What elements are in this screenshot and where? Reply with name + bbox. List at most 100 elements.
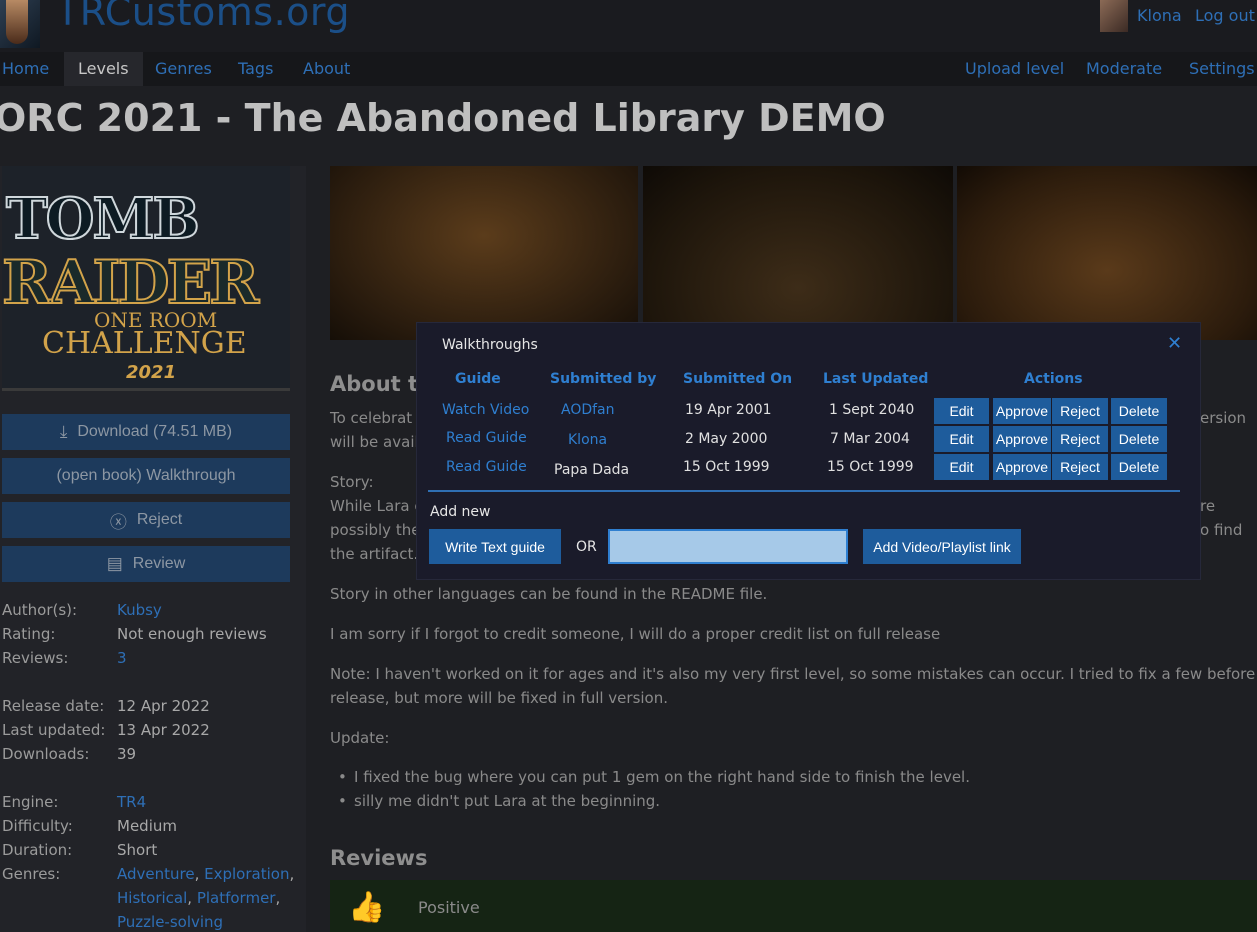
submitter-link[interactable]: AODfan: [561, 402, 615, 418]
author-label: Author(s):: [2, 601, 78, 619]
level-sidebar: TOMB RAIDER ONE ROOM CHALLENGE 2021 ⤓ Do…: [0, 166, 306, 932]
reject-label: Reject: [136, 511, 183, 528]
edit-button[interactable]: Edit: [934, 454, 989, 480]
rating-value: Not enough reviews: [117, 625, 267, 643]
cover-text-year: 2021: [126, 362, 177, 383]
edit-button[interactable]: Edit: [934, 398, 989, 424]
genre-link-exploration[interactable]: Exploration: [204, 865, 289, 883]
submitter-link[interactable]: Klona: [568, 432, 607, 448]
duration-label: Duration:: [2, 841, 73, 859]
site-logo-text[interactable]: TRCustoms.org: [56, 0, 350, 34]
guide-link-read-guide[interactable]: Read Guide: [446, 459, 527, 475]
or-separator: OR: [576, 539, 597, 555]
story-text-overflow: re: [1200, 497, 1216, 515]
engine-link[interactable]: TR4: [117, 793, 146, 811]
write-text-guide-button[interactable]: Write Text guide: [429, 529, 561, 564]
release-date-label: Release date:: [2, 697, 105, 715]
release-date-value: 12 Apr 2022: [117, 697, 210, 715]
nav-moderate[interactable]: Moderate: [1084, 52, 1164, 86]
column-header-submitted-on: Submitted On: [683, 371, 793, 387]
column-header-submitted-by: Submitted by: [550, 371, 657, 387]
nav-upload-level[interactable]: Upload level: [963, 52, 1066, 86]
genre-link-historical[interactable]: Historical: [117, 889, 187, 907]
nav-home[interactable]: Home: [0, 52, 51, 86]
reject-button[interactable]: Reject: [1052, 398, 1108, 424]
update-bullet: silly me didn't put Lara at the beginnin…: [338, 792, 660, 810]
video-link-input[interactable]: [608, 529, 848, 564]
user-profile-link[interactable]: Klona: [1137, 6, 1182, 25]
submitted-on-value: 19 Apr 2001: [685, 402, 772, 418]
last-updated-value: 13 Apr 2022: [117, 721, 210, 739]
author-link[interactable]: Kubsy: [117, 601, 162, 619]
genre-link-adventure[interactable]: Adventure: [117, 865, 195, 883]
submitted-on-value: 15 Oct 1999: [683, 459, 770, 475]
delete-button[interactable]: Delete: [1111, 454, 1167, 480]
difficulty-value: Medium: [117, 817, 177, 835]
reject-button[interactable]: Reject: [1052, 454, 1108, 480]
genres-line-1: Adventure, Exploration,: [117, 865, 295, 883]
review-verdict: Positive: [418, 898, 480, 917]
last-updated-value: 15 Oct 1999: [827, 459, 914, 475]
download-button[interactable]: ⤓ Download (74.51 MB): [2, 414, 290, 450]
nav-settings[interactable]: Settings: [1187, 52, 1257, 86]
guide-link-watch-video[interactable]: Watch Video: [442, 402, 529, 418]
approve-button[interactable]: Approve: [993, 426, 1051, 452]
thumbs-up-icon: 👍: [348, 890, 386, 925]
reject-button[interactable]: Reject: [1052, 426, 1108, 452]
screenshot-thumbnail[interactable]: [330, 166, 638, 340]
review-chat-icon: ▤: [106, 554, 123, 573]
level-cover-image: TOMB RAIDER ONE ROOM CHALLENGE 2021: [2, 166, 290, 388]
site-logo-image[interactable]: [0, 0, 40, 48]
review-button[interactable]: ▤ Review: [2, 546, 290, 582]
reviews-count-link[interactable]: 3: [117, 649, 127, 667]
genre-link-platformer[interactable]: Platformer: [197, 889, 276, 907]
column-header-last-updated: Last Updated: [823, 371, 929, 387]
genre-link-puzzle-solving[interactable]: Puzzle-solving: [117, 913, 223, 931]
story-text: While Lara c: [330, 497, 423, 515]
about-text-overflow: ersion: [1200, 409, 1247, 427]
walkthrough-label: (open book) Walkthrough: [56, 467, 236, 484]
update-bullet: I fixed the bug where you can put 1 gem …: [338, 768, 970, 786]
cover-divider: [2, 388, 290, 391]
edit-button[interactable]: Edit: [934, 426, 989, 452]
nav-about[interactable]: About: [301, 52, 352, 86]
cover-text-challenge: CHALLENGE: [42, 326, 247, 361]
about-text: will be avail: [330, 433, 419, 451]
reject-button[interactable]: ⓧ Reject: [2, 502, 290, 538]
approve-button[interactable]: Approve: [993, 398, 1051, 424]
guide-link-read-guide[interactable]: Read Guide: [446, 430, 527, 446]
screenshot-thumbnail[interactable]: [957, 166, 1257, 340]
screenshot-thumbnail[interactable]: [643, 166, 953, 340]
genres-label: Genres:: [2, 865, 61, 883]
page-title: ORC 2021 - The Abandoned Library DEMO: [0, 96, 886, 140]
cover-text-tomb: TOMB: [5, 185, 201, 253]
last-updated-value: 1 Sept 2040: [829, 402, 915, 418]
review-label: Review: [132, 555, 186, 572]
download-label: Download (74.51 MB): [77, 423, 233, 440]
about-text: To celebrat: [330, 409, 413, 427]
submitted-on-value: 2 May 2000: [685, 431, 768, 447]
user-avatar[interactable]: [1100, 0, 1128, 32]
modal-title: Walkthroughs: [442, 337, 538, 353]
column-header-actions: Actions: [1024, 371, 1083, 387]
walkthroughs-modal: Walkthroughs ✕ Guide Submitted by Submit…: [416, 322, 1201, 580]
screenshot-gallery: [330, 166, 1257, 340]
download-icon: ⤓: [59, 422, 68, 441]
walkthrough-button[interactable]: (open book) Walkthrough: [2, 458, 290, 494]
delete-button[interactable]: Delete: [1111, 426, 1167, 452]
credit-text: I am sorry if I forgot to credit someone…: [330, 625, 941, 643]
nav-tags[interactable]: Tags: [236, 52, 275, 86]
approve-button[interactable]: Approve: [993, 454, 1051, 480]
logout-link[interactable]: Log out: [1195, 6, 1255, 25]
reject-circle-x-icon: ⓧ: [109, 512, 127, 532]
nav-genres[interactable]: Genres: [153, 52, 214, 86]
note-text: release, but more will be fixed in full …: [330, 689, 669, 707]
duration-value: Short: [117, 841, 158, 859]
story-text-overflow: o find: [1200, 521, 1243, 539]
close-icon[interactable]: ✕: [1167, 333, 1182, 354]
nav-levels[interactable]: Levels: [64, 52, 143, 86]
last-updated-value: 7 Mar 2004: [830, 431, 910, 447]
add-video-link-button[interactable]: Add Video/Playlist link: [863, 529, 1021, 564]
delete-button[interactable]: Delete: [1111, 398, 1167, 424]
story-text: the artifact.: [330, 545, 419, 563]
